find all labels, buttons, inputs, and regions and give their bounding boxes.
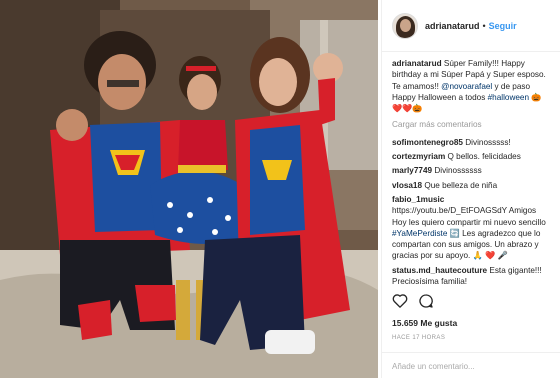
- post-header: adrianatarud • Seguir: [382, 0, 560, 52]
- mention-link[interactable]: @novoarafael: [441, 82, 492, 91]
- hashtag-link[interactable]: #halloween: [488, 93, 529, 102]
- separator-dot: •: [482, 20, 486, 31]
- load-more-comments[interactable]: Cargar más comentarios: [392, 119, 550, 130]
- comment-username[interactable]: fabio_1music: [392, 195, 444, 204]
- hashtag-link[interactable]: #YaMePerdiste: [392, 229, 447, 238]
- caption-username[interactable]: adrianatarud: [392, 59, 442, 68]
- comment-text: Q bellos. felicidades: [447, 152, 521, 162]
- comment-item: marly7749 Divinossssss: [392, 165, 550, 176]
- header-username[interactable]: adrianatarud: [425, 21, 480, 31]
- comment-item: sofimontenegro85 Divinosssss!: [392, 137, 550, 148]
- comment-text: Divinossssss: [434, 166, 482, 176]
- comment-username[interactable]: marly7749: [392, 166, 432, 175]
- comment-item: cortezmyriam Q bellos. felicidades: [392, 151, 550, 162]
- comment-username[interactable]: cortezmyriam: [392, 152, 445, 161]
- likes-count[interactable]: 15.659 Me gusta: [392, 318, 457, 328]
- comment-text: Divinosssss!: [465, 137, 511, 147]
- family-costume-photo: [0, 0, 378, 378]
- comment-bubble-icon[interactable]: [418, 293, 434, 314]
- like-heart-icon[interactable]: [392, 293, 408, 313]
- caption: adrianatarud Súper Family!!! Happy birth…: [392, 59, 546, 114]
- action-bar: [392, 293, 434, 313]
- comment-username[interactable]: sofimontenegro85: [392, 138, 463, 147]
- avatar[interactable]: [392, 12, 418, 39]
- add-comment-input[interactable]: Añade un comentario...: [382, 352, 560, 378]
- comment-item: vlosa18 Que belleza de niña: [392, 180, 550, 191]
- follow-button[interactable]: Seguir: [489, 21, 517, 31]
- comments-list: adrianatarud Súper Family!!! Happy birth…: [382, 52, 560, 292]
- post-photo[interactable]: [0, 0, 378, 378]
- comment-item: status.md_hautecouture Esta gigante!!! P…: [392, 265, 550, 288]
- comment-username[interactable]: vlosa18: [392, 181, 422, 190]
- comment-username[interactable]: status.md_hautecouture: [392, 266, 487, 275]
- comment-item: fabio_1music https://youtu.be/D_EtFOAGSd…: [392, 194, 546, 261]
- post-sidebar: adrianatarud • Seguir adrianatarud Súper…: [381, 0, 560, 378]
- post-timestamp: HACE 17 HORAS: [392, 335, 446, 341]
- comment-text: Que belleza de niña: [424, 180, 498, 190]
